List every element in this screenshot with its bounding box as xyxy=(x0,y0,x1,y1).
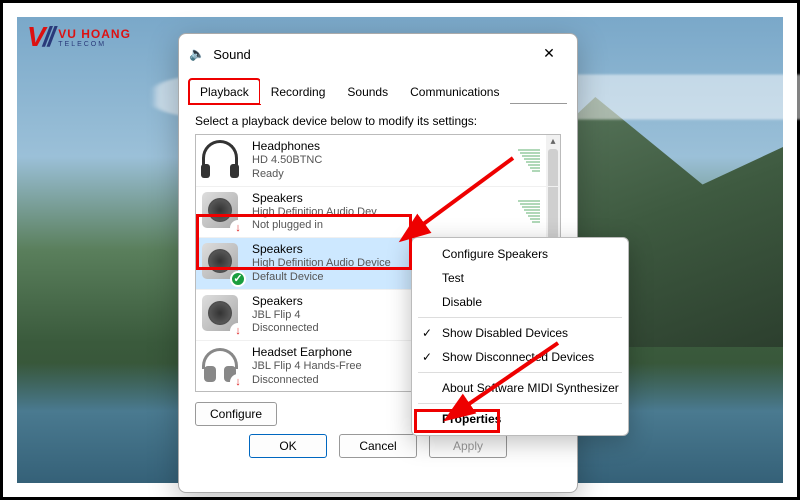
tab-recording[interactable]: Recording xyxy=(260,79,337,104)
device-desc: HD 4.50BTNC xyxy=(252,154,508,168)
menu-show-disconnected[interactable]: ✓ Show Disconnected Devices xyxy=(412,345,628,369)
menu-separator xyxy=(418,317,622,318)
watermark-logo: V// VU HOANG TELECOM xyxy=(27,21,131,53)
device-name: Speakers xyxy=(252,191,508,206)
menu-configure-speakers[interactable]: Configure Speakers xyxy=(412,242,628,266)
device-row[interactable]: Headphones HD 4.50BTNC Ready xyxy=(196,135,560,187)
headphones-icon xyxy=(202,140,242,180)
menu-separator xyxy=(418,403,622,404)
device-desc: High Definition Audio Dev xyxy=(252,206,508,220)
device-status: Ready xyxy=(252,168,508,182)
speaker-icon xyxy=(202,295,242,335)
menu-show-disabled[interactable]: ✓ Show Disabled Devices xyxy=(412,321,628,345)
logo-sub: TELECOM xyxy=(58,41,131,48)
menu-about-synth[interactable]: About Software MIDI Synthesizer xyxy=(412,376,628,400)
speaker-icon xyxy=(202,192,242,232)
disconnected-badge-icon xyxy=(230,374,246,390)
cancel-button[interactable]: Cancel xyxy=(339,434,417,458)
check-icon: ✓ xyxy=(422,350,432,364)
menu-label: Show Disabled Devices xyxy=(442,326,568,340)
instruction-text: Select a playback device below to modify… xyxy=(195,114,561,128)
context-menu: Configure Speakers Test Disable ✓ Show Di… xyxy=(411,237,629,436)
unplugged-badge-icon xyxy=(230,220,246,236)
menu-properties[interactable]: Properties xyxy=(412,407,628,431)
tab-strip: Playback Recording Sounds Communications xyxy=(189,78,567,104)
device-row[interactable]: Speakers High Definition Audio Dev Not p… xyxy=(196,187,560,239)
logo-mark: V// xyxy=(27,21,52,53)
configure-button[interactable]: Configure xyxy=(195,402,277,426)
device-status: Not plugged in xyxy=(252,219,508,233)
dialog-actions: OK Cancel Apply xyxy=(195,434,561,458)
titlebar: 🔈 Sound ✕ xyxy=(179,34,577,74)
check-icon: ✓ xyxy=(422,326,432,340)
close-button[interactable]: ✕ xyxy=(531,42,567,66)
tab-communications[interactable]: Communications xyxy=(399,79,510,104)
menu-test[interactable]: Test xyxy=(412,266,628,290)
headset-icon xyxy=(202,346,242,386)
tab-playback[interactable]: Playback xyxy=(189,79,260,104)
speaker-icon xyxy=(202,243,242,283)
ok-button[interactable]: OK xyxy=(249,434,327,458)
default-badge-icon xyxy=(230,271,246,287)
menu-disable[interactable]: Disable xyxy=(412,290,628,314)
logo-brand: VU HOANG xyxy=(58,27,131,41)
level-meter xyxy=(518,149,540,172)
apply-button[interactable]: Apply xyxy=(429,434,507,458)
disconnected-badge-icon xyxy=(230,323,246,339)
menu-separator xyxy=(418,372,622,373)
dialog-title: Sound xyxy=(213,47,531,62)
menu-label: Show Disconnected Devices xyxy=(442,350,594,364)
speaker-icon: 🔈 xyxy=(189,46,205,62)
device-name: Headphones xyxy=(252,139,508,154)
level-meter xyxy=(518,200,540,223)
tab-sounds[interactable]: Sounds xyxy=(336,79,399,104)
screenshot-frame: V// VU HOANG TELECOM 🔈 Sound ✕ Playback … xyxy=(0,0,800,500)
